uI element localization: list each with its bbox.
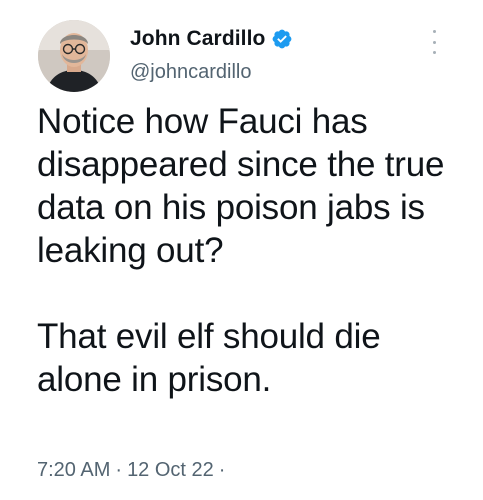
verified-badge-icon xyxy=(271,28,293,50)
more-options-icon[interactable] xyxy=(425,30,443,54)
author-handle[interactable]: @johncardillo xyxy=(130,61,251,84)
author-name-row: John Cardillo xyxy=(130,25,293,53)
tweet-date[interactable]: 12 Oct 22 xyxy=(127,459,214,481)
author-name[interactable]: John Cardillo xyxy=(130,27,265,51)
avatar[interactable] xyxy=(38,20,110,92)
tweet-meta: 7:20 AM · 12 Oct 22 · xyxy=(37,459,230,482)
meta-separator: · xyxy=(115,459,123,481)
tweet-time[interactable]: 7:20 AM xyxy=(37,459,110,481)
meta-separator: · xyxy=(218,459,226,481)
profile-photo-icon xyxy=(38,20,110,92)
tweet-text: Notice how Fauci has disappeared since t… xyxy=(37,100,467,401)
tweet-card: John Cardillo @johncardillo Notice how F… xyxy=(0,0,483,500)
tweet-paragraph: That evil elf should die alone in prison… xyxy=(37,317,381,399)
tweet-paragraph: Notice how Fauci has disappeared since t… xyxy=(37,102,445,270)
